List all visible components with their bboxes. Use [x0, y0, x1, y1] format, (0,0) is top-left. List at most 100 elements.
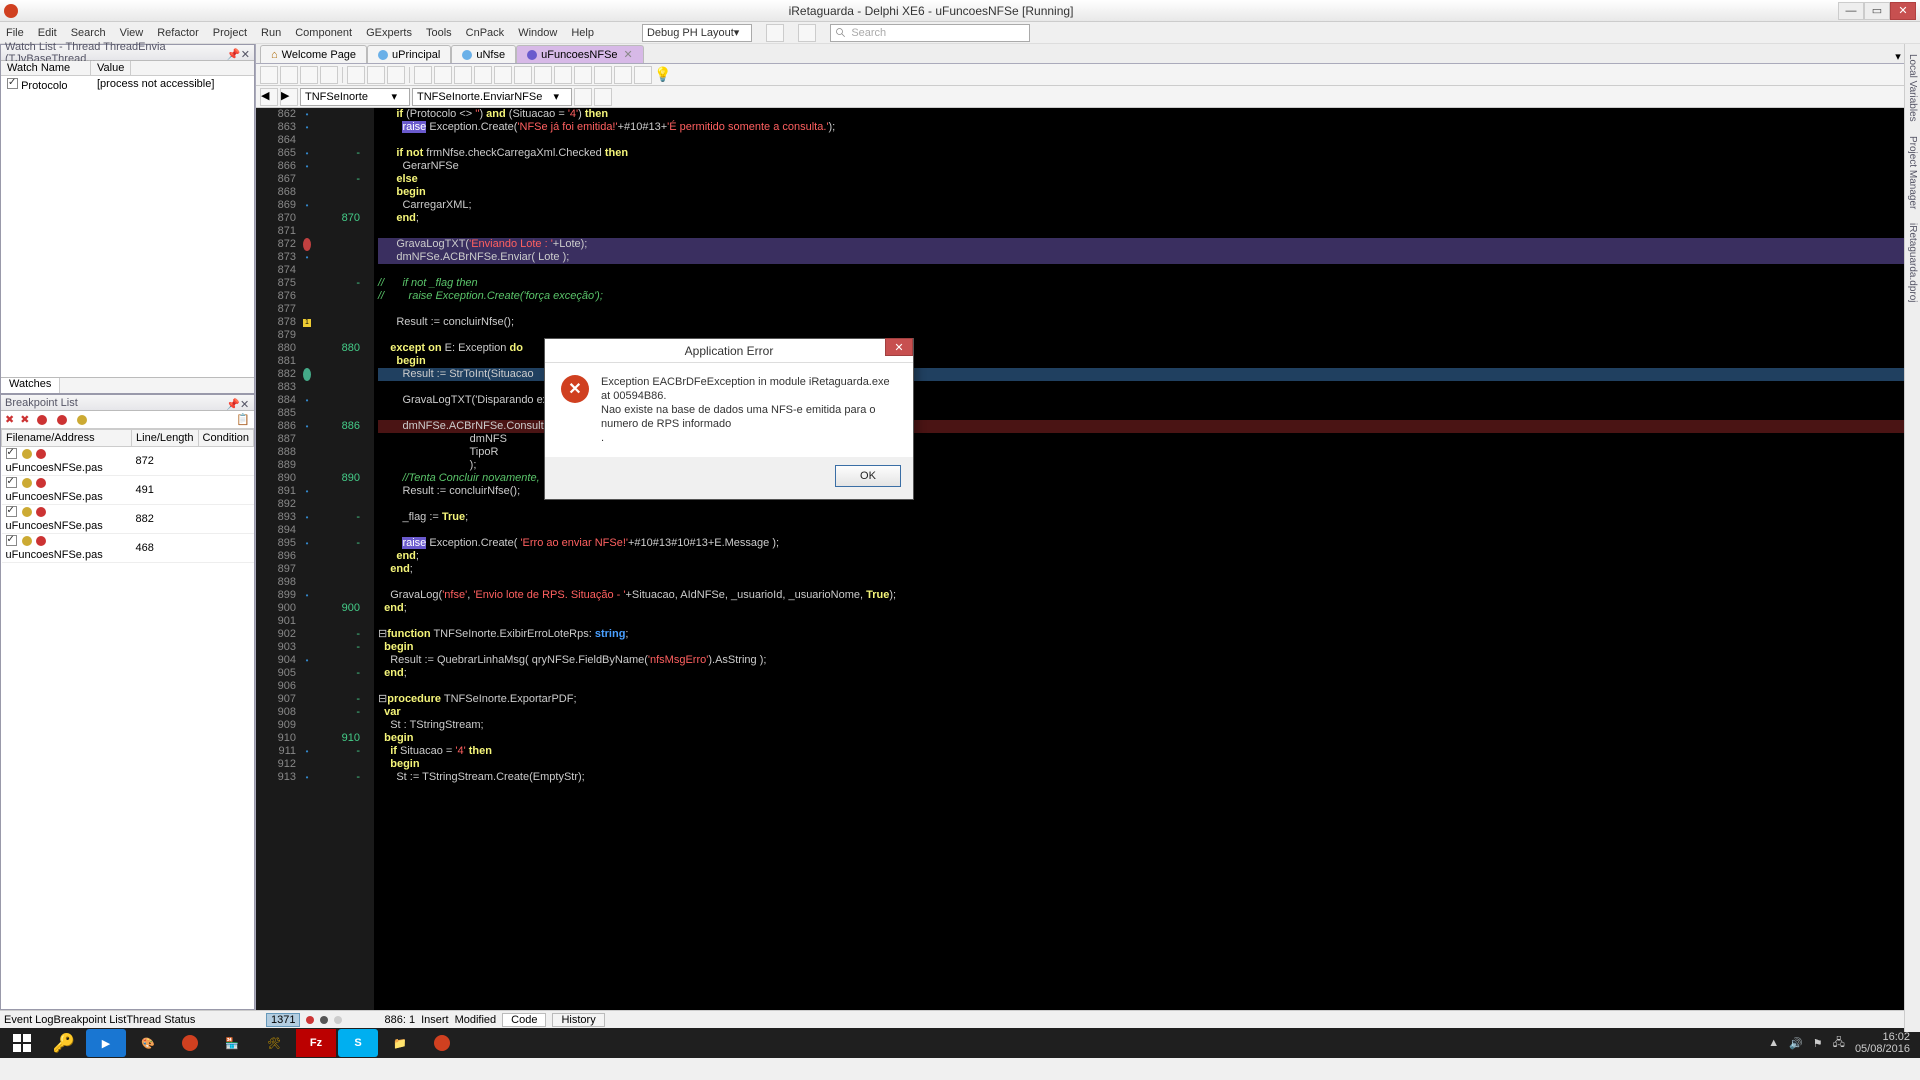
panel-close-icon[interactable]: ✕	[241, 48, 250, 58]
menu-help[interactable]: Help	[571, 27, 594, 39]
bp-col-file[interactable]: Filename/Address	[2, 430, 132, 447]
minimize-button[interactable]: —	[1838, 2, 1864, 20]
toescript-button[interactable]	[414, 66, 432, 84]
rail-project-manager[interactable]: Project Manager	[1907, 132, 1918, 213]
bp-icon[interactable]	[77, 415, 87, 425]
bp-icon[interactable]	[37, 415, 47, 425]
tab-ufuncoesnfse[interactable]: uFuncoesNFSe✕	[516, 45, 644, 63]
debug-layout-combo[interactable]: Debug PH Layout▾	[642, 24, 752, 42]
tab-welcome[interactable]: ⌂Welcome Page	[260, 45, 367, 63]
dialog-ok-button[interactable]: OK	[835, 465, 901, 487]
bp-row[interactable]: uFuncoesNFSe.pas882	[2, 505, 254, 534]
code-editor[interactable]: 8628638648658668678688698708718728738748…	[256, 108, 1920, 1010]
toolbar-button[interactable]	[494, 66, 512, 84]
tab-breakpointlist[interactable]: Breakpoint List	[54, 1014, 127, 1026]
method-combo[interactable]: TNFSeInorte.EnviarNFSe▾	[412, 88, 572, 106]
menu-refactor[interactable]: Refactor	[157, 27, 199, 39]
history-tab[interactable]: History	[552, 1013, 604, 1027]
toolbar-button[interactable]	[347, 66, 365, 84]
start-button[interactable]	[2, 1029, 42, 1057]
toolbar-button[interactable]	[574, 88, 592, 106]
pin-icon[interactable]: 📌	[227, 48, 237, 58]
rail-project[interactable]: iRetaguarda.dproj	[1907, 219, 1918, 307]
task-filezilla-icon[interactable]: Fz	[296, 1029, 336, 1057]
task-store-icon[interactable]: 🏪	[212, 1029, 252, 1057]
toolbar-button[interactable]	[594, 66, 612, 84]
toolbar-button[interactable]	[554, 66, 572, 84]
menu-run[interactable]: Run	[261, 27, 281, 39]
bp-icon[interactable]	[57, 415, 67, 425]
bp-row[interactable]: uFuncoesNFSe.pas491	[2, 476, 254, 505]
menu-edit[interactable]: Edit	[38, 27, 57, 39]
toolbar-button[interactable]	[614, 66, 632, 84]
code-tab[interactable]: Code	[502, 1013, 546, 1027]
toolbar-button[interactable]	[280, 66, 298, 84]
tab-unfse[interactable]: uNfse	[451, 45, 516, 63]
toolbar-button[interactable]	[594, 88, 612, 106]
toolbar-icon[interactable]: 📋	[236, 413, 250, 426]
rail-local-vars[interactable]: Local Variables	[1907, 50, 1918, 126]
task-app2-icon[interactable]	[422, 1029, 462, 1057]
pin-icon[interactable]: 📌	[226, 398, 236, 408]
bp-row[interactable]: uFuncoesNFSe.pas468	[2, 534, 254, 563]
task-tools-icon[interactable]: 🛠	[254, 1029, 294, 1057]
bulb-icon[interactable]: 💡	[654, 66, 671, 83]
layout-button-1[interactable]	[766, 24, 784, 42]
nav-fwd-button[interactable]: ▶	[280, 88, 298, 106]
menu-gexperts[interactable]: GExperts	[366, 27, 412, 39]
dot-icon	[320, 1016, 328, 1024]
toolbar-button[interactable]	[534, 66, 552, 84]
tab-eventlog[interactable]: Event Log	[4, 1014, 54, 1026]
menu-view[interactable]: View	[120, 27, 144, 39]
toolbar-button[interactable]	[574, 66, 592, 84]
watch-col-name[interactable]: Watch Name	[1, 61, 91, 75]
watch-tab[interactable]: Watches	[1, 378, 60, 393]
task-explorer-icon[interactable]: 📁	[380, 1029, 420, 1057]
toolbar-button[interactable]	[300, 66, 318, 84]
tray-flag-icon[interactable]: ⚑	[1813, 1037, 1823, 1050]
toolbar-button[interactable]	[367, 66, 385, 84]
menu-component[interactable]: Component	[295, 27, 352, 39]
menu-search[interactable]: Search	[71, 27, 106, 39]
toolbar-button[interactable]	[454, 66, 472, 84]
menu-window[interactable]: Window	[518, 27, 557, 39]
layout-button-2[interactable]	[798, 24, 816, 42]
task-skype-icon[interactable]: S	[338, 1029, 378, 1057]
toolbar-button[interactable]	[260, 66, 278, 84]
maximize-button[interactable]: ▭	[1864, 2, 1890, 20]
clock[interactable]: 16:0205/08/2016	[1855, 1031, 1910, 1055]
task-wmp-icon[interactable]: ▶	[86, 1029, 126, 1057]
watch-row[interactable]: Protocolo [process not accessible]	[1, 76, 254, 94]
tray-up-icon[interactable]: ▲	[1768, 1037, 1779, 1049]
toolbar-button[interactable]	[514, 66, 532, 84]
tab-uprincipal[interactable]: uPrincipal	[367, 45, 451, 63]
close-button[interactable]: ✕	[1890, 2, 1916, 20]
menu-file[interactable]: File	[6, 27, 24, 39]
class-combo[interactable]: TNFSeInorte▾	[300, 88, 410, 106]
search-input[interactable]: Search	[830, 24, 1030, 42]
tab-close-icon[interactable]: ✕	[624, 48, 633, 61]
dialog-close-button[interactable]: ✕	[885, 338, 913, 356]
toolbar-button[interactable]	[474, 66, 492, 84]
task-key-icon[interactable]: 🔑	[44, 1029, 84, 1057]
watch-col-value[interactable]: Value	[91, 61, 131, 75]
bp-col-cond[interactable]: Condition	[198, 430, 253, 447]
menu-tools[interactable]: Tools	[426, 27, 452, 39]
task-app-icon[interactable]	[170, 1029, 210, 1057]
menu-project[interactable]: Project	[213, 27, 247, 39]
menu-cnpack[interactable]: CnPack	[466, 27, 505, 39]
toolbar-button[interactable]	[634, 66, 652, 84]
bp-col-line[interactable]: Line/Length	[132, 430, 199, 447]
bp-row[interactable]: uFuncoesNFSe.pas872	[2, 447, 254, 476]
panel-close-icon[interactable]: ✕	[240, 398, 250, 408]
tray-network-icon[interactable]: 🖧	[1833, 1034, 1845, 1053]
toolbar-button[interactable]	[320, 66, 338, 84]
task-paint-icon[interactable]: 🎨	[128, 1029, 168, 1057]
tabs-dropdown-icon[interactable]: ▾	[1895, 50, 1901, 63]
toolbar-button[interactable]	[387, 66, 405, 84]
nav-back-button[interactable]: ◀	[260, 88, 278, 106]
tray-volume-icon[interactable]: 🔊	[1789, 1037, 1803, 1050]
watch-check[interactable]	[7, 78, 18, 89]
toolbar-button[interactable]	[434, 66, 452, 84]
tab-threadstatus[interactable]: Thread Status	[126, 1014, 195, 1026]
